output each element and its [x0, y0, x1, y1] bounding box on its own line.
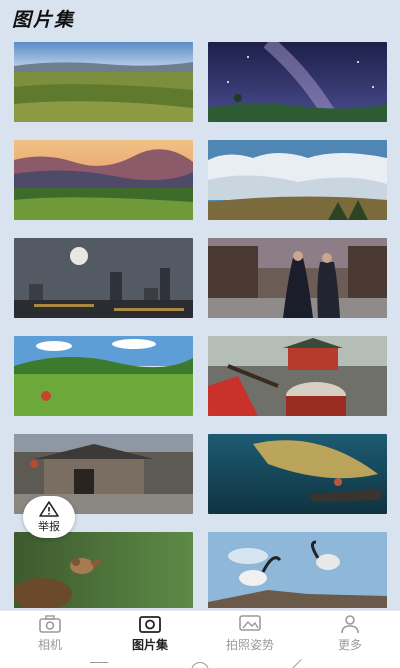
tab-more-label: 更多	[337, 638, 362, 652]
system-navigation-bar	[0, 656, 400, 668]
report-button[interactable]: 举报	[23, 496, 75, 538]
photo-tile[interactable]	[14, 238, 193, 318]
warning-triangle-icon	[39, 500, 59, 517]
photo-tile[interactable]	[14, 532, 193, 608]
gallery-icon	[139, 616, 161, 633]
page-title: 图片集	[12, 8, 76, 31]
sea-of-clouds-image	[208, 140, 387, 220]
tab-gallery[interactable]: 图片集	[110, 614, 190, 653]
fisherman-net-image	[208, 434, 387, 514]
tab-pose-label: 拍照姿势	[225, 638, 274, 652]
herons-image	[208, 532, 387, 608]
photo-tile[interactable]	[14, 140, 193, 220]
home-nav-icon[interactable]	[191, 662, 209, 668]
report-button-label: 举报	[38, 519, 60, 533]
photo-tile[interactable]	[14, 42, 193, 122]
pose-icon	[239, 615, 261, 631]
top-bar: 图片集	[0, 0, 400, 36]
photo-tile[interactable]	[208, 238, 387, 318]
photo-tile[interactable]	[208, 434, 387, 514]
bird-nest-image	[14, 532, 193, 608]
tab-gallery-label: 图片集	[131, 638, 168, 652]
menu-nav-icon[interactable]	[90, 662, 108, 663]
tab-camera-label: 相机	[37, 638, 62, 652]
photo-tile[interactable]	[14, 336, 193, 416]
person-icon	[341, 615, 359, 634]
photo-tile[interactable]	[208, 140, 387, 220]
grassland-landscape-image	[14, 42, 193, 122]
tab-pose[interactable]: 拍照姿势	[210, 614, 290, 653]
photo-tile[interactable]	[208, 42, 387, 122]
back-nav-icon[interactable]	[291, 659, 311, 668]
photo-tile[interactable]	[208, 336, 387, 416]
couple-old-street-image	[208, 238, 387, 318]
milky-way-image	[208, 42, 387, 122]
drum-performance-image	[208, 336, 387, 416]
camera-icon	[39, 615, 61, 633]
tab-more[interactable]: 更多	[310, 614, 390, 653]
tab-camera[interactable]: 相机	[10, 614, 90, 653]
bottom-tab-bar: 相机 图片集 拍照姿势 更多	[0, 610, 400, 656]
green-hills-balloon-image	[14, 336, 193, 416]
mountain-sunset-image	[14, 140, 193, 220]
photo-tile[interactable]	[208, 532, 387, 608]
city-night-image	[14, 238, 193, 318]
